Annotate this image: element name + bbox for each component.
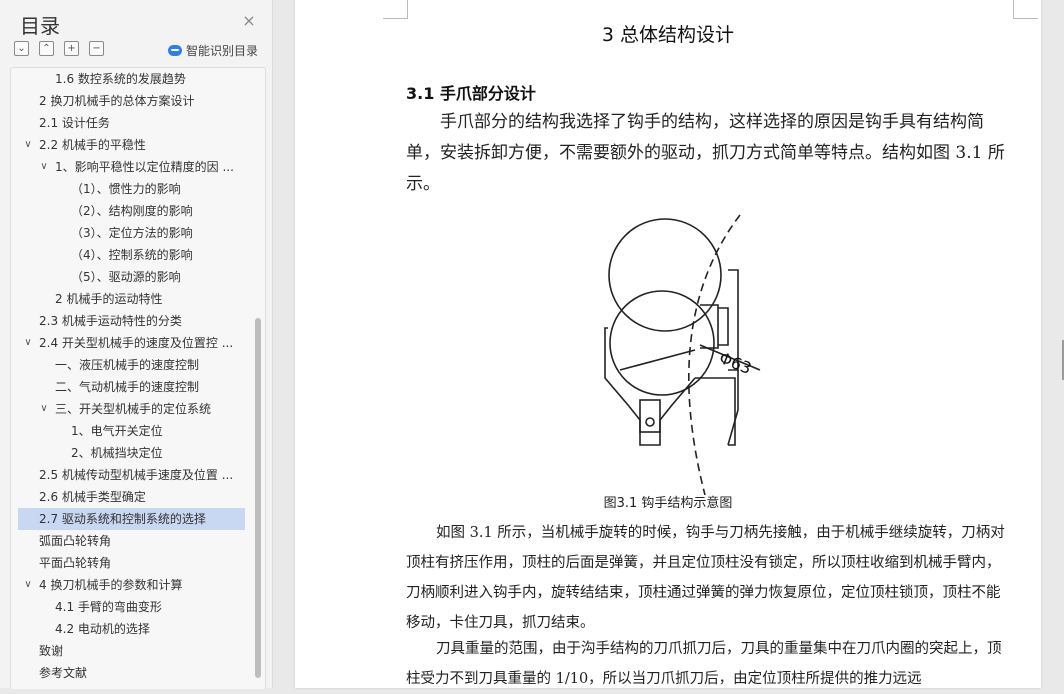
toc-item-label: 2.1 设计任务: [39, 116, 110, 130]
toc-item-label: 4.2 电动机的选择: [55, 622, 150, 636]
toc-item-label: 1.6 数控系统的发展趋势: [55, 72, 186, 86]
toc-item[interactable]: （2）、结构刚度的影响: [11, 200, 245, 222]
toc-item-label: （4）、控制系统的影响: [71, 248, 193, 262]
toc-item-label: （5）、驱动源的影响: [71, 270, 181, 284]
add-heading-icon[interactable]: +: [64, 41, 79, 56]
toc-item-label: 4 换刀机械手的参数和计算: [39, 578, 183, 592]
page-corner-mark: [383, 0, 408, 19]
toc-item[interactable]: 4.2 电动机的选择: [11, 618, 245, 640]
toc-item[interactable]: 2 机械手的运动特性: [11, 288, 245, 310]
toc-item-label: 2.7 驱动系统和控制系统的选择: [39, 512, 206, 526]
toc-item-label: 弧面凸轮转角: [39, 534, 112, 548]
toc-sidebar: 目录 × ⌄ ⌃ + − 智能识别目录 1.6 数控系统的发展趋势 2 换刀机械手…: [0, 0, 273, 689]
toc-item[interactable]: 2.4 开关型机械手的速度及位置控 ...: [11, 332, 245, 354]
body-paragraph: 手爪部分的结构我选择了钩手的结构，这样选择的原因是钩手具有结构简单，安装拆卸方便…: [406, 112, 1005, 194]
toc-item-label: 二、气动机械手的速度控制: [55, 380, 200, 394]
toc-item-label: 2、机械挡块定位: [71, 446, 163, 460]
toc-item-label: 4.1 手臂的弯曲变形: [55, 600, 162, 614]
toc-item-label: 致谢: [39, 644, 64, 658]
chapter-title: 3 总体结构设计: [601, 24, 735, 46]
toc-item[interactable]: 1、电气开关定位: [11, 420, 245, 442]
toc-item-label: 1、影响平稳性以定位精度的因 ...: [55, 160, 234, 174]
toc-item[interactable]: 弧面凸轮转角: [11, 530, 245, 552]
expand-all-icon[interactable]: ⌄: [14, 41, 29, 56]
collapse-all-icon[interactable]: ⌃: [39, 41, 54, 56]
toc-item[interactable]: （1）、惯性力的影响: [11, 178, 245, 200]
toc-list[interactable]: 1.6 数控系统的发展趋势 2 换刀机械手的总体方案设计 2.1 设计任务 2.2 机…: [10, 67, 266, 689]
toc-item[interactable]: 2、机械挡块定位: [11, 442, 245, 464]
toc-item-label: 三、开关型机械手的定位系统: [55, 402, 212, 416]
figure-caption: 图3.1 钩手结构示意图: [603, 496, 733, 511]
toc-item[interactable]: 参考文献: [11, 662, 245, 684]
toc-item[interactable]: （3）、定位方法的影响: [11, 222, 245, 244]
body-paragraph: 如图 3.1 所示，当机械手旋转的时候，钩手与刀柄先接触，由于机械手继续旋转，刀…: [406, 525, 1005, 631]
toc-item-label: 2 机械手的运动特性: [55, 292, 163, 306]
toc-toolbar: ⌄ ⌃ + −: [14, 41, 104, 59]
toc-item-label: 2.2 机械手的平稳性: [39, 138, 146, 152]
toc-item[interactable]: 2.1 设计任务: [11, 112, 245, 134]
toc-item[interactable]: 二、气动机械手的速度控制: [11, 376, 245, 398]
hook-hand-figure: Φ63: [604, 214, 761, 495]
toc-item[interactable]: （5）、驱动源的影响: [11, 266, 245, 288]
section-title: 3.1 手爪部分设计: [406, 84, 536, 103]
smart-toc-label: 智能识别目录: [186, 44, 259, 58]
toc-item-label: （2）、结构刚度的影响: [71, 204, 193, 218]
document-canvas: 3 总体结构设计 3.1 手爪部分设计 手爪部分的结构我选择了钩手的结构，这样选…: [273, 0, 1064, 688]
toc-scrollbar[interactable]: [255, 318, 261, 688]
chevron-down-icon[interactable]: ∨: [39, 156, 49, 178]
document-page: 3 总体结构设计 3.1 手爪部分设计 手爪部分的结构我选择了钩手的结构，这样选…: [295, 0, 1041, 688]
toc-item-label: （1）、惯性力的影响: [71, 182, 181, 196]
toc-item[interactable]: 2.3 机械手运动特性的分类: [11, 310, 245, 332]
toc-item[interactable]: 致谢: [11, 640, 245, 662]
chevron-down-icon[interactable]: ∨: [23, 134, 33, 156]
toc-item[interactable]: 2.6 机械手类型确定: [11, 486, 245, 508]
page-corner-mark: [1013, 0, 1038, 19]
toc-item-label: 2.6 机械手类型确定: [39, 490, 146, 504]
toc-item[interactable]: 2.5 机械传动型机械手速度及位置 ...: [11, 464, 245, 486]
toc-item[interactable]: 平面凸轮转角: [11, 552, 245, 574]
sidebar-title: 目录: [20, 14, 60, 38]
toc-item-label: 2.5 机械传动型机械手速度及位置 ...: [39, 468, 234, 482]
chevron-down-icon[interactable]: ∨: [39, 398, 49, 420]
toc-item[interactable]: 4.1 手臂的弯曲变形: [11, 596, 245, 618]
remove-heading-icon[interactable]: −: [89, 41, 104, 56]
toc-item-label: （3）、定位方法的影响: [71, 226, 193, 240]
figure-dimension-label: Φ63: [717, 348, 755, 378]
toc-item[interactable]: 1.6 数控系统的发展趋势: [11, 68, 245, 90]
toc-item-label: 1、电气开关定位: [71, 424, 163, 438]
toc-item-label: 参考文献: [39, 666, 88, 680]
toc-item[interactable]: 2.2 机械手的平稳性: [11, 134, 245, 156]
toc-item-label: 一、液压机械手的速度控制: [55, 358, 200, 372]
toc-item-label: 2.3 机械手运动特性的分类: [39, 314, 182, 328]
smart-toc-button[interactable]: 智能识别目录: [168, 42, 258, 59]
toc-scrollbar-thumb[interactable]: [255, 318, 261, 678]
toc-item-label: 平面凸轮转角: [39, 556, 112, 570]
toc-item-label: 2.4 开关型机械手的速度及位置控 ...: [39, 336, 234, 350]
smart-recognize-icon: [168, 45, 182, 56]
body-paragraph: 刀具重量的范围，由于沟手结构的刀爪抓刀后，刀具的重量集中在刀爪内圈的突起上，顶柱…: [406, 641, 1002, 687]
close-icon[interactable]: ×: [240, 12, 258, 30]
chevron-down-icon[interactable]: ∨: [23, 332, 33, 354]
toc-item-label: 2 换刀机械手的总体方案设计: [39, 94, 195, 108]
toc-item[interactable]: 2 换刀机械手的总体方案设计: [11, 90, 245, 112]
toc-item[interactable]: 一、液压机械手的速度控制: [11, 354, 245, 376]
toc-item[interactable]: 4 换刀机械手的参数和计算: [11, 574, 245, 596]
toc-item[interactable]: （4）、控制系统的影响: [11, 244, 245, 266]
toc-item[interactable]: 2.7 驱动系统和控制系统的选择: [18, 508, 245, 530]
chevron-down-icon[interactable]: ∨: [23, 574, 33, 596]
